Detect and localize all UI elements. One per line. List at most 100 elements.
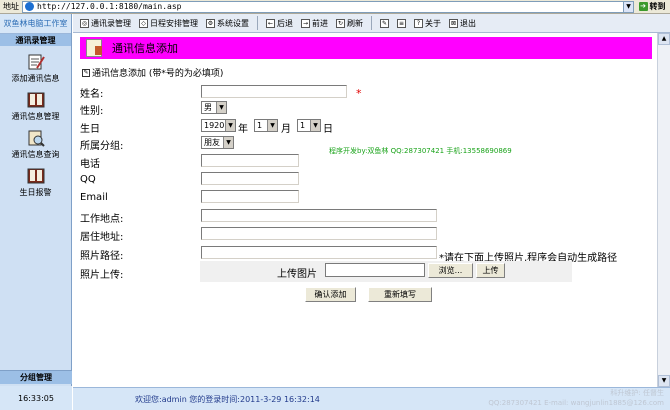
birth-day-select[interactable]: 1 ▼ — [297, 119, 321, 132]
list-icon: ≡ — [397, 18, 406, 28]
group-value: 朋友 — [204, 138, 220, 147]
qq-input[interactable] — [201, 172, 299, 185]
toolbar-exit[interactable]: ⊠ 退出 — [446, 16, 479, 31]
sidebar-group-management[interactable]: 分组管理 — [0, 370, 72, 384]
qq-label: QQ — [80, 174, 96, 185]
birth-month-select[interactable]: 1 ▼ — [254, 119, 278, 132]
toolbar-settings[interactable]: ⚙ 系统设置 — [203, 16, 252, 31]
work-location-input[interactable] — [201, 209, 437, 222]
schedule-icon: ◇ — [139, 18, 148, 28]
submit-button[interactable]: 确认添加 — [305, 287, 356, 302]
gender-value: 男 — [204, 103, 212, 112]
month-unit: 月 — [281, 124, 291, 135]
toolbar-refresh[interactable]: ↻ 刷新 — [333, 16, 366, 31]
phone-input[interactable] — [201, 154, 299, 167]
watermark: 科升维护: 任督生 QQ:287307421 E-mail: wangjunli… — [488, 388, 664, 408]
file-path-input[interactable] — [325, 263, 425, 277]
toolbar-schedule[interactable]: ◇ 日程安排管理 — [136, 16, 201, 31]
scroll-up-icon[interactable]: ▲ — [658, 33, 670, 45]
upload-image-label: 上传图片 — [277, 269, 317, 280]
status-bar: 欢迎您:admin 您的登录时间:2011-3-29 16:32:14 科升维护… — [73, 387, 670, 410]
sidebar-item-label: 添加通讯信息 — [11, 74, 60, 83]
toolbar-divider — [257, 16, 258, 30]
sidebar-section-title[interactable]: 通讯录管理 — [0, 34, 71, 46]
app-title: 双鱼林电脑工作室 — [0, 14, 71, 34]
sidebar-item-add-contact[interactable]: 添加通讯信息 — [0, 53, 71, 84]
contact-card-icon — [86, 39, 102, 57]
search-book-icon — [27, 129, 45, 147]
browse-button[interactable]: 浏览... — [428, 263, 473, 278]
url-dropdown-icon[interactable]: ▼ — [624, 0, 634, 13]
form-subtitle: ✎ 通讯信息添加 (带*号的为必填项) — [82, 66, 223, 79]
photo-path-input[interactable] — [201, 246, 437, 259]
required-mark: * — [356, 87, 362, 100]
sidebar-item-label: 生日报警 — [19, 188, 52, 197]
vertical-scrollbar[interactable]: ▲ ▼ — [657, 33, 670, 387]
toolbar-label: 前进 — [312, 18, 328, 28]
toolbar-edit[interactable]: ✎ — [377, 16, 392, 31]
book-icon — [27, 91, 45, 109]
toolbar-label: 刷新 — [347, 18, 363, 28]
chevron-down-icon: ▼ — [223, 137, 233, 148]
birth-year-select[interactable]: 1920 ▼ — [201, 119, 236, 132]
toolbar-label: 后退 — [277, 18, 293, 28]
url-text: http://127.0.0.1:8180/main.asp — [37, 2, 182, 11]
reset-button[interactable]: 重新填写 — [368, 287, 432, 302]
developer-note: 程序开发by:双鱼林 QQ:287307421 手机:13558690869 — [329, 147, 512, 155]
birth-month-value: 1 — [257, 121, 263, 130]
notepad-icon — [27, 53, 45, 71]
toolbar-list[interactable]: ≡ — [394, 16, 409, 31]
photo-path-label: 照片路径: — [80, 251, 124, 262]
toolbar-forward[interactable]: → 前进 — [298, 16, 331, 31]
sidebar: 双鱼林电脑工作室 通讯录管理 添加通讯信息 通讯信息管理 通讯信息查询 生日报警… — [0, 14, 72, 410]
toolbar-contacts[interactable]: ◎ 通讯录管理 — [77, 16, 134, 31]
watermark-line: QQ:287307421 E-mail: wangjunlin1885@126.… — [488, 399, 664, 407]
toolbar-label: 通讯录管理 — [91, 18, 131, 28]
sidebar-item-label: 通讯信息查询 — [11, 150, 60, 159]
sidebar-item-label: 通讯信息管理 — [11, 112, 60, 121]
address-bar: 地址 http://127.0.0.1:8180/main.asp ▼ ➔ 转到 — [0, 0, 670, 14]
name-label: 姓名: — [80, 89, 104, 100]
back-icon: ← — [266, 18, 275, 28]
name-input[interactable] — [201, 85, 347, 98]
toolbar-label: 关于 — [425, 18, 441, 28]
toolbar-back[interactable]: ← 后退 — [263, 16, 296, 31]
birthday-label: 生日 — [80, 124, 100, 135]
ie-page-icon — [25, 2, 34, 11]
toolbar-label: 退出 — [460, 18, 476, 28]
day-unit: 日 — [323, 124, 333, 135]
birth-day-value: 1 — [300, 121, 306, 130]
chevron-down-icon: ▼ — [310, 120, 320, 131]
year-unit: 年 — [238, 124, 248, 135]
email-input[interactable] — [201, 190, 299, 203]
go-label: 转到 — [649, 2, 666, 11]
alarm-book-icon — [27, 167, 45, 185]
toolbar-label: 系统设置 — [217, 18, 249, 28]
toolbar: ◎ 通讯录管理 ◇ 日程安排管理 ⚙ 系统设置 ← 后退 → 前进 ↻ 刷新 ✎ ≡ ? 关于… — [73, 14, 670, 33]
contacts-icon: ◎ — [80, 18, 89, 28]
sidebar-item-birthday-alert[interactable]: 生日报警 — [0, 167, 71, 198]
work-location-label: 工作地点: — [80, 214, 124, 225]
address-label: 地址 — [3, 2, 19, 11]
upload-button[interactable]: 上传 — [476, 263, 505, 278]
forward-icon: → — [301, 18, 310, 28]
home-address-input[interactable] — [201, 227, 437, 240]
scroll-down-icon[interactable]: ▼ — [658, 375, 670, 387]
edit-note-icon: ✎ — [82, 68, 90, 77]
toolbar-about[interactable]: ? 关于 — [411, 16, 444, 31]
go-button[interactable]: ➔ 转到 — [634, 1, 670, 13]
go-arrow-icon: ➔ — [638, 2, 648, 11]
settings-icon: ⚙ — [206, 18, 215, 28]
page-title: 通讯信息添加 — [112, 42, 178, 55]
sidebar-item-query-contacts[interactable]: 通讯信息查询 — [0, 129, 71, 160]
group-select[interactable]: 朋友 ▼ — [201, 136, 234, 149]
about-icon: ? — [414, 18, 423, 28]
url-input[interactable]: http://127.0.0.1:8180/main.asp — [22, 0, 624, 13]
clock: 16:33:05 — [0, 386, 72, 410]
chevron-down-icon: ▼ — [225, 120, 235, 131]
watermark-line: 科升维护: 任督生 — [610, 389, 664, 397]
sidebar-item-manage-contacts[interactable]: 通讯信息管理 — [0, 91, 71, 122]
gender-select[interactable]: 男 ▼ — [201, 101, 227, 114]
chevron-down-icon: ▼ — [267, 120, 277, 131]
page-banner: 通讯信息添加 — [80, 37, 652, 59]
